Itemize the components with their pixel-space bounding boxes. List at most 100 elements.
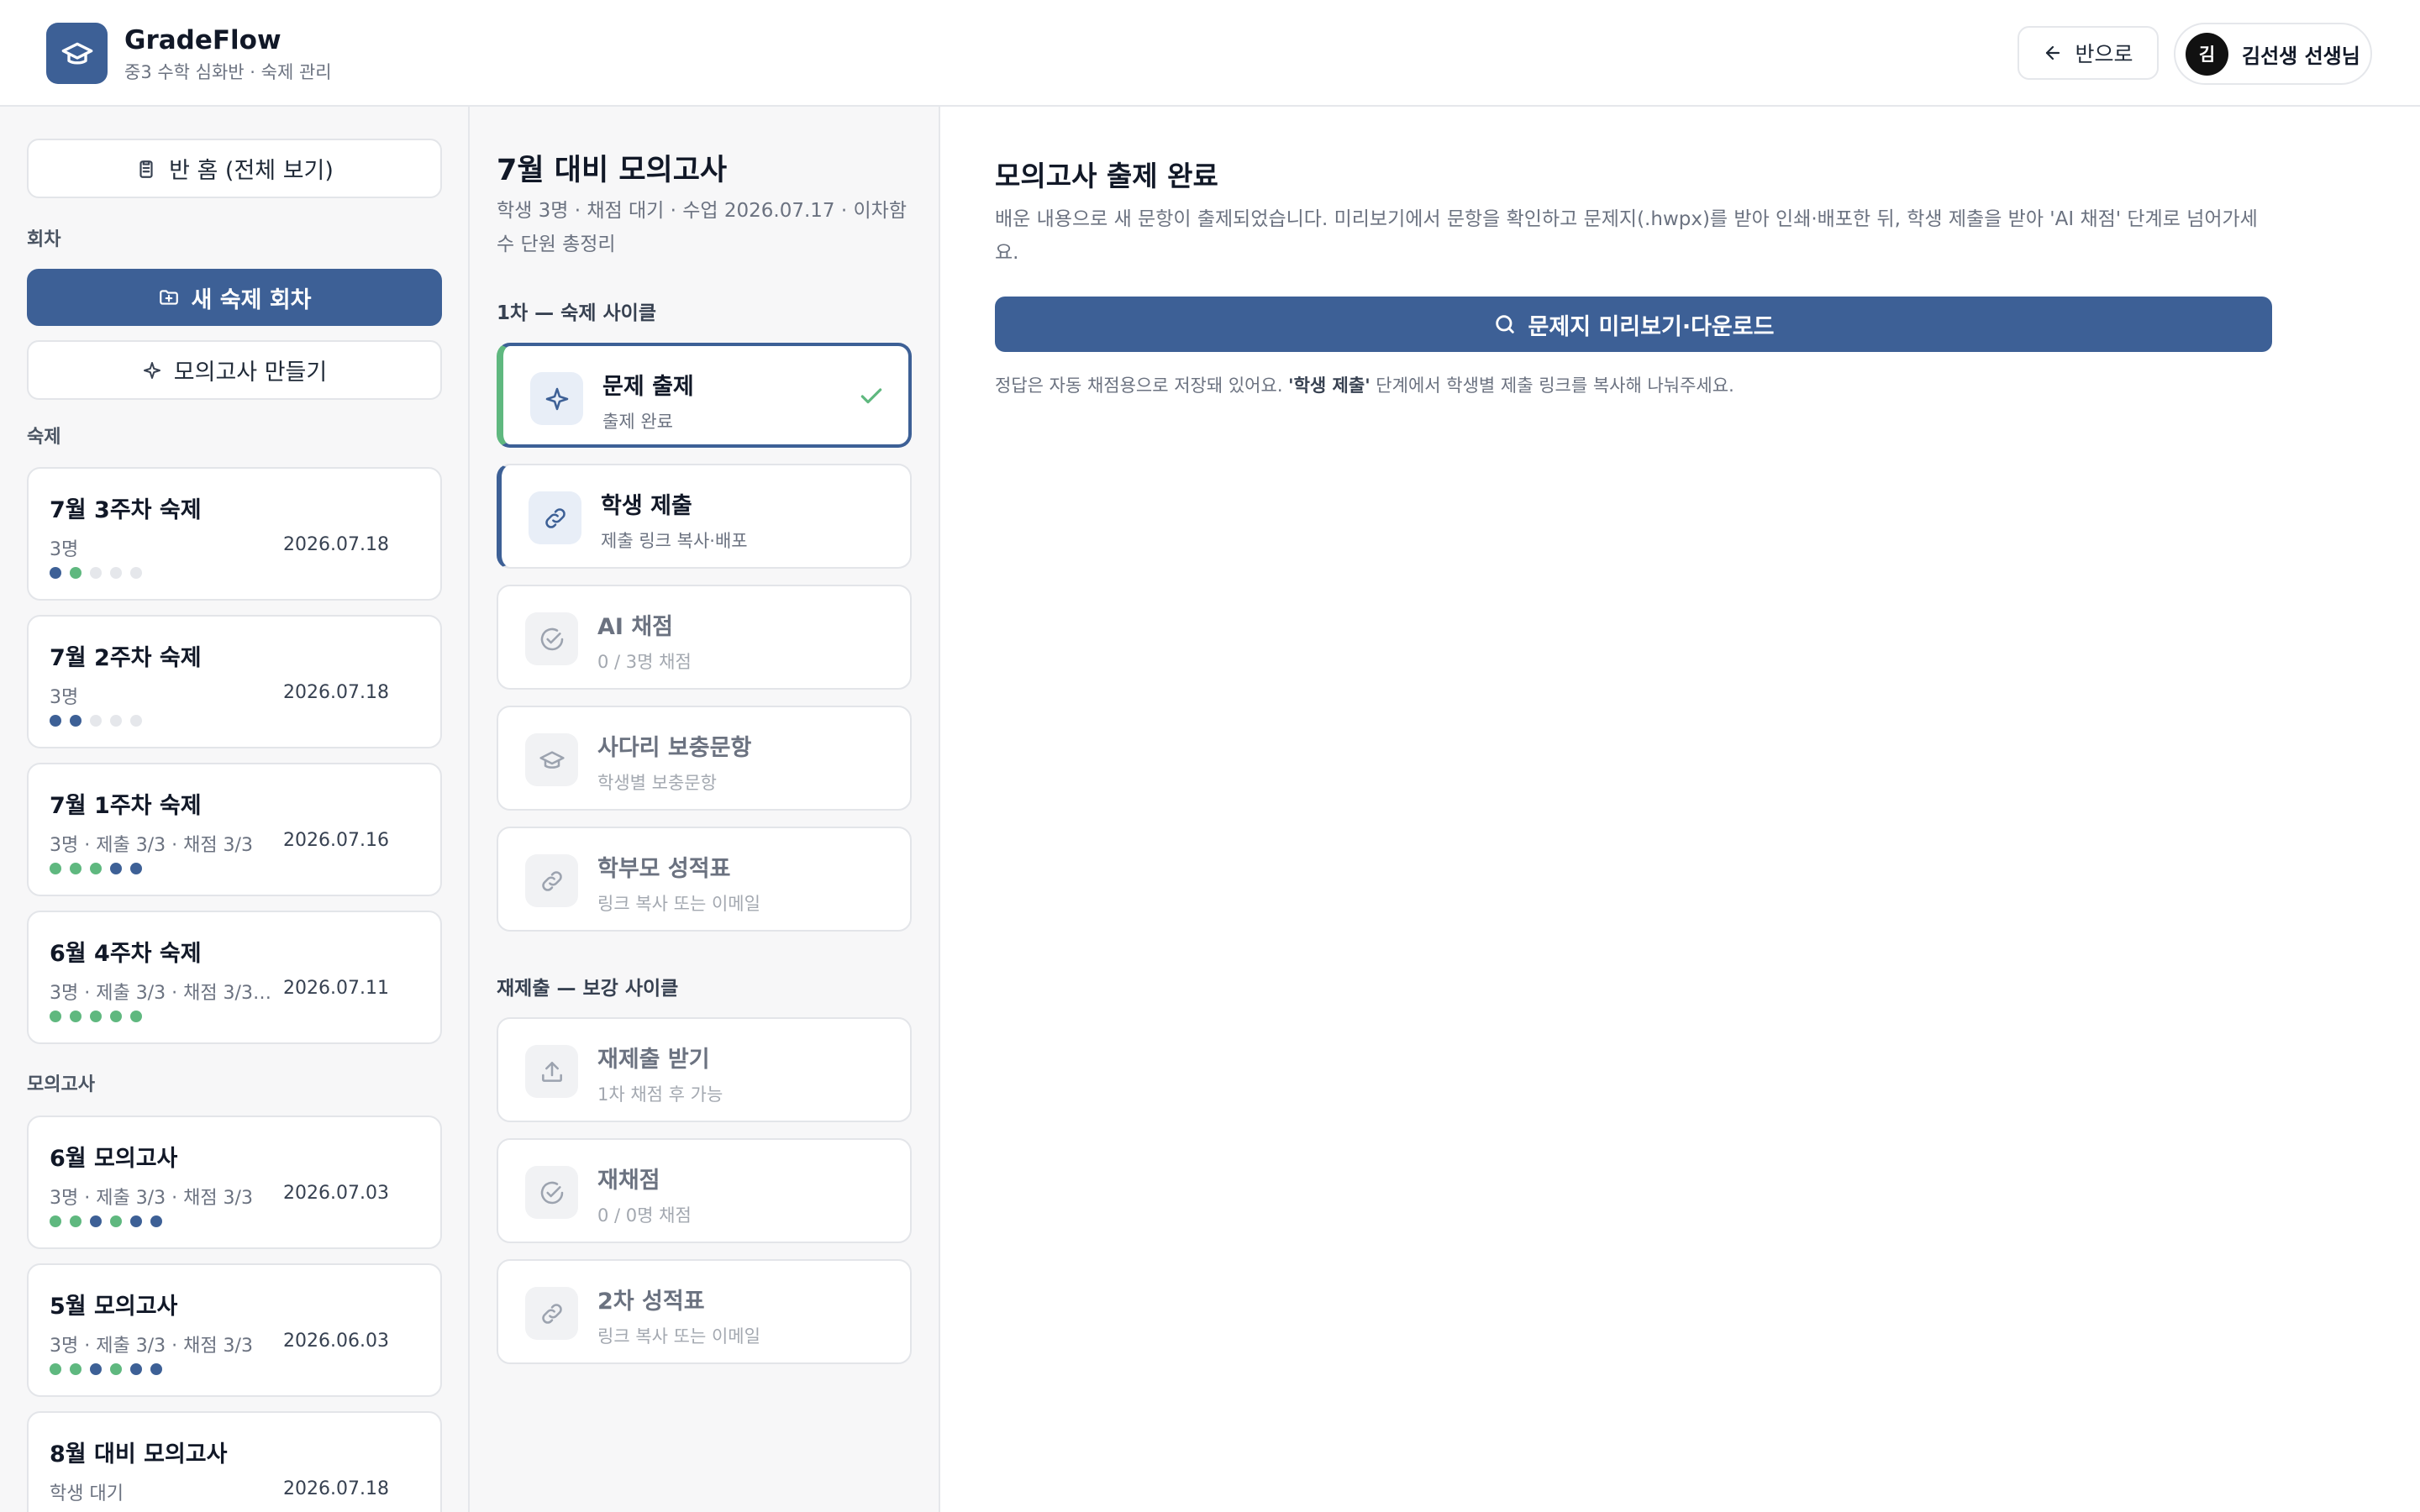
progress-dot	[50, 715, 61, 727]
check-icon	[860, 388, 882, 404]
progress-dots	[50, 1011, 142, 1022]
step-icon-box	[525, 733, 578, 786]
step-icon-box	[525, 612, 578, 665]
workflow-step[interactable]: 사다리 보충문항학생별 보충문항	[497, 706, 912, 811]
mock-card[interactable]: 6월 모의고사 3명 · 제출 3/3 · 채점 3/3 2026.07.03	[27, 1116, 442, 1249]
step-subtitle: 0 / 3명 채점	[597, 652, 692, 672]
progress-dot	[90, 715, 102, 727]
step-title: 사다리 보충문항	[597, 735, 752, 761]
check-circle-icon	[540, 627, 563, 650]
progress-dot	[50, 567, 61, 579]
step-title: 문제 출제	[602, 374, 694, 400]
step-title: 학생 제출	[601, 493, 692, 519]
app-logo[interactable]	[46, 23, 108, 84]
progress-dot	[110, 567, 122, 579]
mock-card[interactable]: 5월 모의고사 3명 · 제출 3/3 · 채점 3/3 2026.06.03	[27, 1263, 442, 1397]
progress-dot	[130, 567, 142, 579]
progress-dots	[50, 715, 142, 727]
check-circle-icon	[540, 1181, 563, 1204]
main-title: 모의고사 출제 완료	[995, 160, 1218, 192]
progress-dot	[110, 1215, 122, 1227]
progress-dot	[70, 863, 82, 874]
progress-dot	[150, 1215, 162, 1227]
workflow-step[interactable]: 학부모 성적표링크 복사 또는 이메일	[497, 827, 912, 932]
step-icon-box	[525, 1045, 578, 1098]
card-title: 7월 2주차 숙제	[50, 645, 202, 671]
card-date: 2026.07.11	[283, 978, 389, 999]
workflow-step[interactable]: 학생 제출제출 링크 복사·배포	[497, 464, 912, 569]
step-subtitle: 학생별 보충문항	[597, 773, 717, 793]
back-to-class-button[interactable]: 반으로	[2018, 26, 2159, 80]
card-meta: 3명 · 제출 3/3 · 채점 3/3 ·...	[50, 983, 276, 1004]
workflow-step[interactable]: 재채점 0 / 0명 채점	[497, 1138, 912, 1243]
step-title: AI 채점	[597, 614, 674, 640]
step-subtitle: 0 / 0명 채점	[597, 1205, 692, 1226]
card-meta: 3명	[50, 687, 79, 708]
card-title: 8월 대비 모의고사	[50, 1441, 228, 1467]
note-suffix: 단계에서 학생별 제출 링크를 복사해 나눠주세요.	[1370, 375, 1734, 396]
workflow-step[interactable]: 2차 성적표링크 복사 또는 이메일	[497, 1259, 912, 1364]
step-title: 학부모 성적표	[597, 856, 731, 882]
progress-dot	[90, 1363, 102, 1375]
homework-card[interactable]: 7월 1주차 숙제 3명 · 제출 3/3 · 채점 3/3 2026.07.16	[27, 763, 442, 896]
homework-card[interactable]: 6월 4주차 숙제 3명 · 제출 3/3 · 채점 3/3 ·... 2026.0…	[27, 911, 442, 1044]
link-icon	[544, 507, 566, 528]
card-date: 2026.07.03	[283, 1183, 389, 1204]
workflow-step[interactable]: AI 채점 0 / 3명 채점	[497, 585, 912, 690]
progress-dot	[130, 1363, 142, 1375]
workflow-step[interactable]: 재제출 받기 1차 채점 후 가능	[497, 1017, 912, 1122]
make-mock-exam-button[interactable]: 모의고사 만들기	[27, 340, 442, 400]
sparkle-icon	[545, 387, 568, 410]
progress-dot	[70, 567, 82, 579]
workflow-step[interactable]: 문제 출제 출제 완료	[497, 343, 912, 448]
progress-dot	[50, 1011, 61, 1022]
progress-dots	[50, 1215, 162, 1227]
upload-icon	[541, 1061, 562, 1082]
progress-dot	[110, 1011, 122, 1022]
folder-plus-icon	[159, 290, 178, 305]
mock-card[interactable]: 8월 대비 모의고사 학생 대기 2026.07.18	[27, 1411, 442, 1512]
progress-dots	[50, 1363, 162, 1375]
card-date: 2026.06.03	[283, 1331, 389, 1352]
note-bold: '학생 제출'	[1288, 375, 1370, 396]
step-icon-box	[529, 491, 581, 544]
cycle1-label: 1차 — 숙제 사이클	[497, 302, 656, 324]
step-subtitle: 링크 복사 또는 이메일	[597, 894, 760, 914]
note-prefix: 정답은 자동 채점용으로 저장돼 있어요.	[995, 375, 1289, 396]
exam-title: 7월 대비 모의고사	[497, 154, 728, 187]
progress-dot	[130, 715, 142, 727]
step-subtitle: 링크 복사 또는 이메일	[597, 1326, 760, 1347]
step-title: 재채점	[597, 1168, 660, 1194]
back-label: 반으로	[2075, 42, 2133, 66]
progress-dot	[110, 863, 122, 874]
card-title: 5월 모의고사	[50, 1294, 178, 1320]
card-title: 6월 모의고사	[50, 1146, 178, 1172]
progress-dot	[90, 567, 102, 579]
class-subtitle: 중3 수학 심화반 · 숙제 관리	[124, 62, 332, 82]
homework-card[interactable]: 7월 2주차 숙제 3명 2026.07.18	[27, 615, 442, 748]
card-title: 7월 1주차 숙제	[50, 793, 202, 819]
card-title: 7월 3주차 숙제	[50, 497, 202, 523]
step-icon-box	[525, 1166, 578, 1219]
sidebar: 반 홈 (전체 보기) 회차 새 숙제 회차 모의고사 만들기 숙제 7월 3주…	[0, 107, 470, 1512]
progress-dots	[50, 567, 142, 579]
progress-dot	[70, 1363, 82, 1375]
new-homework-button[interactable]: 새 숙제 회차	[27, 269, 442, 326]
avatar: 김	[2186, 32, 2228, 76]
card-meta: 3명 · 제출 3/3 · 채점 3/3	[50, 1188, 253, 1209]
step-icon-box	[525, 1287, 578, 1340]
step-subtitle: 1차 채점 후 가능	[597, 1084, 723, 1105]
card-meta: 학생 대기	[50, 1483, 124, 1504]
step-icon-box	[530, 372, 583, 425]
step-title: 2차 성적표	[597, 1289, 705, 1315]
user-name: 김선생 선생님	[2242, 44, 2360, 68]
step-subtitle: 제출 링크 복사·배포	[601, 531, 748, 551]
class-home-button[interactable]: 반 홈 (전체 보기)	[27, 139, 442, 198]
homework-section-label: 숙제	[27, 427, 61, 448]
preview-download-button[interactable]: 문제지 미리보기·다운로드	[995, 297, 2272, 352]
user-menu[interactable]: 김 김선생 선생님	[2174, 23, 2372, 85]
main-description: 배운 내용으로 새 문항이 출제되었습니다. 미리보기에서 문항을 확인하고 문…	[995, 208, 2258, 264]
preview-download-label: 문제지 미리보기·다운로드	[1528, 313, 1775, 340]
homework-card[interactable]: 7월 3주차 숙제 3명 2026.07.18	[27, 467, 442, 601]
graduation-cap-icon	[61, 42, 92, 64]
